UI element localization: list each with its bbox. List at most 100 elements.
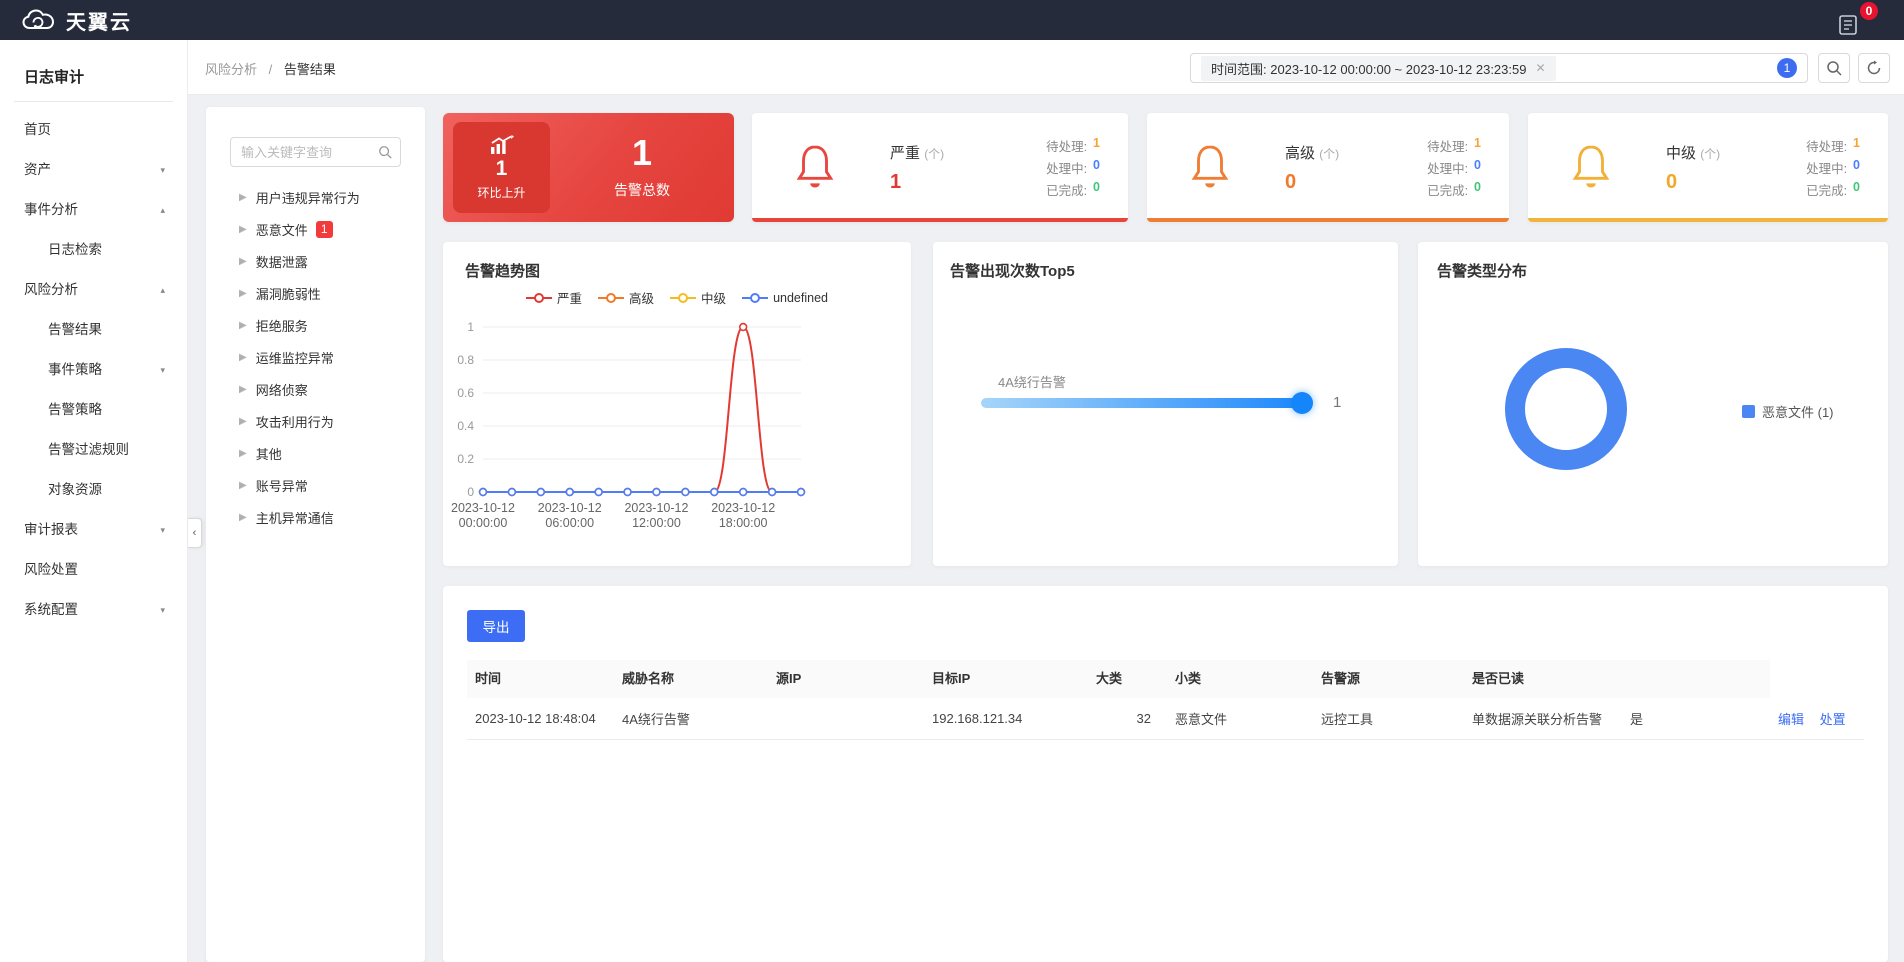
alarm-total-value: 1 <box>631 132 653 173</box>
legend-item[interactable]: 中级 <box>670 288 726 307</box>
tree-item-account-anomaly[interactable]: ▶ 账号异常 <box>206 469 425 501</box>
severity-count: 0 <box>1285 170 1297 193</box>
svg-text:0: 0 <box>467 485 474 499</box>
breadcrumb-parent[interactable]: 风险分析 <box>205 62 257 77</box>
chart-title: 告警趋势图 <box>465 263 541 280</box>
alarm-table-card: 导出 时间 威胁名称 源IP 目标IP 大类 小类 告警源 是否已读 2023-… <box>443 586 1888 962</box>
chevron-down-icon: ▾ <box>160 165 165 175</box>
trend-ratio-label: 环比上升 <box>477 185 526 200</box>
sidebar-item-assets[interactable]: 资产 ▾ <box>0 150 187 190</box>
svg-text:2023-10-12: 2023-10-12 <box>451 501 515 515</box>
chevron-down-icon: ▾ <box>160 525 165 535</box>
svg-text:2023-10-12: 2023-10-12 <box>624 501 688 515</box>
severity-count: 0 <box>1666 170 1678 193</box>
legend-marker-icon <box>598 292 625 303</box>
caret-right-icon: ▶ <box>239 447 247 459</box>
alarm-total-card: 1 环比上升 1 告警总数 <box>443 113 734 222</box>
bell-icon <box>796 144 834 188</box>
caret-right-icon: ▶ <box>239 383 247 395</box>
cell-is-read: 是 <box>1630 712 1644 727</box>
severity-stats: 待处理: 1 处理中: 0 已完成: 0 <box>1427 136 1481 198</box>
tree-item-host-anomaly[interactable]: ▶ 主机异常通信 <box>206 501 425 533</box>
sidebar-item-event-analysis[interactable]: 事件分析 ▴ <box>0 190 187 230</box>
severity-stats: 待处理: 1 处理中: 0 已完成: 0 <box>1046 136 1100 198</box>
tree-search-box <box>230 137 401 167</box>
handle-link[interactable]: 处置 <box>1820 712 1846 727</box>
time-range-text: 时间范围: 2023-10-12 00:00:00 ~ 2023-10-12 2… <box>1211 61 1527 77</box>
caret-right-icon: ▶ <box>239 191 247 203</box>
line-chart: 00.20.40.60.812023-10-1200:00:002023-10-… <box>451 320 806 530</box>
cell-minor-class: 恶意文件 <box>1175 712 1228 727</box>
table-row[interactable]: 2023-10-12 18:48:04 4A绕行告警 192.168.121.3… <box>467 698 1864 740</box>
legend-item[interactable]: 严重 <box>526 288 582 307</box>
breadcrumb-bar: 风险分析 / 告警结果 时间范围: 2023-10-12 00:00:00 ~ … <box>188 40 1904 95</box>
sidebar-item-alarm-results[interactable]: 告警结果 <box>0 310 187 350</box>
tree-item-other[interactable]: ▶ 其他 <box>206 437 425 469</box>
search-icon[interactable] <box>378 145 392 159</box>
export-button[interactable]: 导出 <box>467 610 525 642</box>
caret-right-icon: ▶ <box>239 415 247 427</box>
legend-marker-icon <box>742 292 769 303</box>
caret-right-icon: ▶ <box>239 255 247 267</box>
sidebar-item-home[interactable]: 首页 <box>0 110 187 150</box>
tree-item-data-leak[interactable]: ▶ 数据泄露 <box>206 245 425 277</box>
tree-item-ops-monitor[interactable]: ▶ 运维监控异常 <box>206 341 425 373</box>
breadcrumb-separator: / <box>268 62 273 77</box>
col-target-ip: 目标IP <box>924 660 1088 698</box>
refresh-icon <box>1867 60 1881 75</box>
tree-item-malicious-file[interactable]: ▶ 恶意文件 1 <box>206 213 425 245</box>
sidebar-item-risk-handling[interactable]: 风险处置 <box>0 550 187 590</box>
refresh-button[interactable] <box>1858 53 1890 83</box>
sidebar-item-alarm-filter-rules[interactable]: 告警过滤规则 <box>0 430 187 470</box>
close-icon[interactable]: ✕ <box>1535 61 1545 75</box>
col-minor-class: 小类 <box>1167 660 1313 698</box>
brand-name: 天翼云 <box>66 11 132 34</box>
divider <box>14 101 173 102</box>
tree-item-dos[interactable]: ▶ 拒绝服务 <box>206 309 425 341</box>
col-source-ip: 源IP <box>768 660 924 698</box>
svg-text:12:00:00: 12:00:00 <box>632 516 681 530</box>
sidebar-item-audit-reports[interactable]: 审计报表 ▾ <box>0 510 187 550</box>
col-actions <box>1770 660 1864 698</box>
alarm-total-label: 告警总数 <box>614 182 670 198</box>
notification-button[interactable]: 0 <box>1834 2 1878 38</box>
sidebar-item-object-resources[interactable]: 对象资源 <box>0 470 187 510</box>
sidebar-item-risk-analysis[interactable]: 风险分析 ▴ <box>0 270 187 310</box>
bell-icon <box>1572 144 1610 188</box>
sidebar-item-log-search[interactable]: 日志检索 <box>0 230 187 270</box>
time-range-chip[interactable]: 时间范围: 2023-10-12 00:00:00 ~ 2023-10-12 2… <box>1201 55 1556 81</box>
svg-text:1: 1 <box>467 320 474 334</box>
sidebar: 日志审计 首页 资产 ▾ 事件分析 ▴ 日志检索 风险分析 ▴ 告警结果 事件策略 ▾ … <box>0 40 188 962</box>
legend-item[interactable]: undefined <box>742 288 828 307</box>
col-alarm-source: 告警源 <box>1313 660 1464 698</box>
tree-item-network-recon[interactable]: ▶ 网络侦察 <box>206 373 425 405</box>
alarm-table: 时间 威胁名称 源IP 目标IP 大类 小类 告警源 是否已读 2023-10-… <box>467 660 1864 740</box>
bell-icon <box>1191 144 1229 188</box>
filter-search-input[interactable]: 时间范围: 2023-10-12 00:00:00 ~ 2023-10-12 2… <box>1190 53 1808 83</box>
severity-unit: (个) <box>1700 146 1721 161</box>
tree-item-attack-exploit[interactable]: ▶ 攻击利用行为 <box>206 405 425 437</box>
table-header-row: 时间 威胁名称 源IP 目标IP 大类 小类 告警源 是否已读 <box>467 660 1864 698</box>
sidebar-item-alarm-policy[interactable]: 告警策略 <box>0 390 187 430</box>
search-button[interactable] <box>1818 53 1850 83</box>
legend-item[interactable]: 高级 <box>598 288 654 307</box>
legend-item[interactable]: 恶意文件 (1) <box>1742 402 1834 421</box>
completed-count: 0 <box>1474 180 1481 194</box>
completed-count: 0 <box>1853 180 1860 194</box>
sidebar-collapse-handle[interactable]: ‹ <box>188 518 202 548</box>
edit-link[interactable]: 编辑 <box>1778 712 1804 727</box>
filter-count-badge: 1 <box>1777 58 1797 78</box>
severity-unit: (个) <box>924 146 945 161</box>
severity-name: 严重 <box>890 144 921 162</box>
tree-item-vulnerability[interactable]: ▶ 漏洞脆弱性 <box>206 277 425 309</box>
col-time: 时间 <box>467 660 614 698</box>
svg-text:18:00:00: 18:00:00 <box>719 516 768 530</box>
tree-item-user-violation[interactable]: ▶ 用户违规异常行为 <box>206 181 425 213</box>
breadcrumb: 风险分析 / 告警结果 <box>205 59 336 78</box>
trend-up-chart-icon <box>490 134 514 154</box>
tree-search-input[interactable] <box>231 144 378 160</box>
severity-accent-bar <box>752 218 1128 222</box>
sidebar-item-system-config[interactable]: 系统配置 ▾ <box>0 590 187 630</box>
sidebar-item-event-policy[interactable]: 事件策略 ▾ <box>0 350 187 390</box>
breadcrumb-current: 告警结果 <box>283 62 336 77</box>
